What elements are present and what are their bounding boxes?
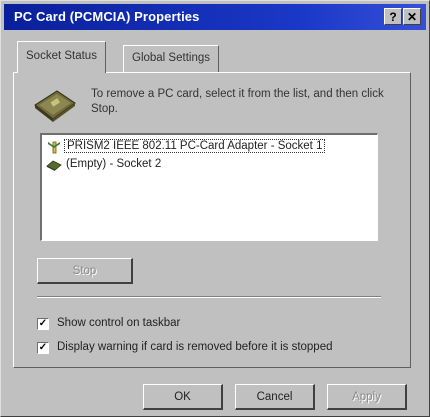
properties-dialog: PC Card (PCMCIA) Properties ? ✕ Socket S… <box>0 0 430 417</box>
tab-socket-status[interactable]: Socket Status <box>17 41 106 73</box>
stop-button[interactable]: Stop <box>37 258 133 284</box>
socket-1-label: PRISM2 IEEE 802.11 PC-Card Adapter - Soc… <box>64 139 326 153</box>
help-button[interactable]: ? <box>384 8 402 25</box>
close-button[interactable]: ✕ <box>403 8 421 25</box>
apply-button[interactable]: Apply <box>327 384 407 410</box>
separator <box>37 296 381 298</box>
display-warning-checkbox[interactable]: ✓ <box>37 342 49 354</box>
socket-2-label: (Empty) - Socket 2 <box>66 158 162 170</box>
network-adapter-icon <box>48 141 60 154</box>
tab-global-settings[interactable]: Global Settings <box>123 45 219 72</box>
ok-button[interactable]: OK <box>143 384 223 410</box>
instruction-text: To remove a PC card, select it from the … <box>91 88 384 115</box>
pc-card-icon <box>34 90 76 122</box>
show-control-label: Show control on taskbar <box>57 317 181 329</box>
empty-slot-icon <box>46 160 62 171</box>
window-title: PC Card (PCMCIA) Properties <box>14 9 200 24</box>
socket-list[interactable]: PRISM2 IEEE 802.11 PC-Card Adapter - Soc… <box>40 133 378 241</box>
show-control-checkbox[interactable]: ✓ <box>37 318 49 330</box>
display-warning-label: Display warning if card is removed befor… <box>57 341 333 353</box>
title-bar[interactable]: PC Card (PCMCIA) Properties ? ✕ <box>4 4 426 30</box>
cancel-button[interactable]: Cancel <box>235 384 315 410</box>
